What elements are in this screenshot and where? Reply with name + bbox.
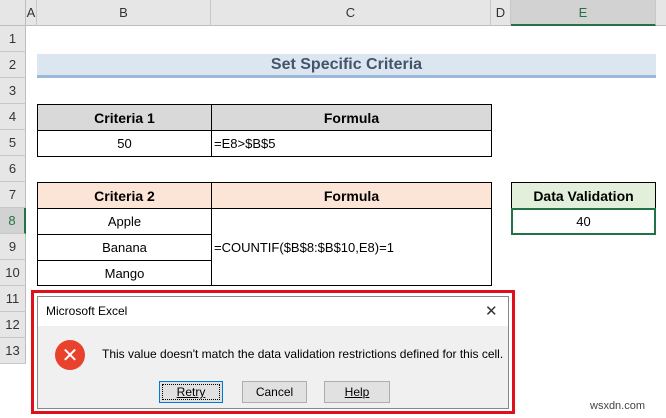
row-header-5[interactable]: 5 bbox=[0, 130, 26, 156]
column-header-filler bbox=[656, 0, 666, 26]
row-header-10[interactable]: 10 bbox=[0, 260, 26, 286]
row-header-8[interactable]: 8 bbox=[0, 208, 26, 234]
row-header-11[interactable]: 11 bbox=[0, 286, 26, 312]
error-icon: ✕ bbox=[55, 340, 85, 370]
data-validation-cell[interactable]: 40 bbox=[511, 208, 656, 235]
row-header-2[interactable]: 2 bbox=[0, 52, 26, 78]
row-header-7[interactable]: 7 bbox=[0, 182, 26, 208]
row-header-3[interactable]: 3 bbox=[0, 78, 26, 104]
select-all-corner[interactable] bbox=[0, 0, 26, 26]
column-header-d[interactable]: D bbox=[491, 0, 511, 26]
retry-label: Retry bbox=[176, 385, 206, 399]
row-header-4[interactable]: 4 bbox=[0, 104, 26, 130]
row-header-12[interactable]: 12 bbox=[0, 312, 26, 338]
criteria1-value[interactable]: 50 bbox=[37, 130, 212, 157]
column-header-b[interactable]: B bbox=[37, 0, 211, 26]
title-band: Set Specific Criteria bbox=[37, 54, 656, 78]
criteria1-header: Criteria 1 bbox=[37, 104, 212, 131]
formula2-cell[interactable]: =COUNTIF($B$8:$B$10,E8)=1 bbox=[211, 208, 492, 286]
formula2-header: Formula bbox=[211, 182, 492, 209]
criteria2-header: Criteria 2 bbox=[37, 182, 212, 209]
column-header-e[interactable]: E bbox=[511, 0, 656, 26]
close-icon[interactable]: ✕ bbox=[485, 302, 498, 320]
formula1-header: Formula bbox=[211, 104, 492, 131]
column-header-c[interactable]: C bbox=[211, 0, 491, 26]
row-header-6[interactable]: 6 bbox=[0, 156, 26, 182]
criteria2-item[interactable]: Apple bbox=[37, 208, 212, 235]
error-dialog: Microsoft Excel ✕ ✕ This value doesn't m… bbox=[37, 296, 509, 409]
row-header-13[interactable]: 13 bbox=[0, 338, 26, 364]
criteria2-item[interactable]: Banana bbox=[37, 234, 212, 261]
help-label: Help bbox=[344, 385, 370, 399]
formula1-cell[interactable]: =E8>$B$5 bbox=[211, 130, 492, 157]
dialog-title-bar: Microsoft Excel ✕ bbox=[38, 297, 508, 326]
cancel-button[interactable]: Cancel bbox=[242, 381, 307, 403]
criteria2-item[interactable]: Mango bbox=[37, 260, 212, 286]
dialog-message: This value doesn't match the data valida… bbox=[102, 347, 504, 361]
data-validation-header: Data Validation bbox=[511, 182, 656, 209]
help-button[interactable]: Help bbox=[324, 381, 390, 403]
retry-button[interactable]: Retry bbox=[159, 381, 223, 403]
row-header-9[interactable]: 9 bbox=[0, 234, 26, 260]
column-header-a[interactable]: A bbox=[26, 0, 37, 26]
row-header-1[interactable]: 1 bbox=[0, 26, 26, 52]
dialog-title: Microsoft Excel bbox=[46, 304, 128, 318]
watermark: wsxdn.com bbox=[590, 400, 646, 412]
